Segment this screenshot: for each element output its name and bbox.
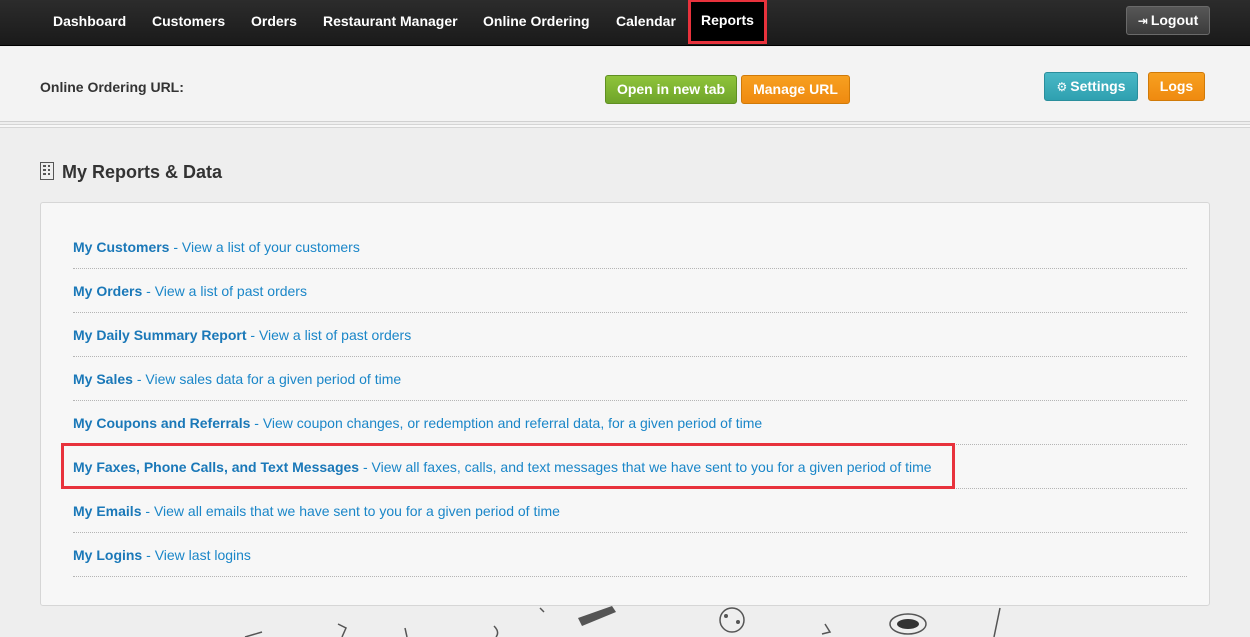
page-title-text: My Reports & Data	[62, 162, 223, 182]
report-title: My Sales	[73, 371, 133, 387]
nav-orders[interactable]: Orders	[251, 0, 297, 42]
report-title: My Logins	[73, 547, 143, 563]
report-link-sales[interactable]: My Sales - View sales data for a given p…	[73, 357, 1187, 401]
gear-icon: ⚙	[1056, 80, 1068, 94]
nav-customers[interactable]: Customers	[152, 0, 225, 42]
report-desc: View coupon changes, or redemption and r…	[262, 415, 763, 431]
report-title: My Daily Summary Report	[73, 327, 247, 343]
logout-label: Logout	[1150, 12, 1199, 28]
report-link-orders[interactable]: My Orders - View a list of past orders	[73, 269, 1187, 313]
nav-online-ordering[interactable]: Online Ordering	[483, 0, 590, 42]
report-link-coupons-referrals[interactable]: My Coupons and Referrals - View coupon c…	[73, 401, 1187, 445]
report-desc: View sales data for a given period of ti…	[145, 371, 402, 387]
report-link-faxes-calls-texts[interactable]: My Faxes, Phone Calls, and Text Messages…	[73, 445, 1187, 489]
report-desc: View a list of your customers	[181, 239, 360, 255]
nav-reports[interactable]: Reports	[688, 0, 767, 44]
open-in-new-tab-button[interactable]: Open in new tab	[605, 75, 737, 104]
sign-out-icon: ⇥	[1137, 14, 1148, 28]
report-desc: View last logins	[154, 547, 251, 563]
report-desc: View all faxes, calls, and text messages…	[371, 459, 932, 475]
manage-url-button[interactable]: Manage URL	[741, 75, 850, 104]
report-title: My Customers	[73, 239, 170, 255]
nav-restaurant-manager[interactable]: Restaurant Manager	[323, 0, 458, 42]
report-desc: View a list of past orders	[154, 283, 307, 299]
report-link-emails[interactable]: My Emails - View all emails that we have…	[73, 489, 1187, 533]
logs-button[interactable]: Logs	[1148, 72, 1205, 101]
logout-button[interactable]: ⇥ Logout	[1126, 6, 1210, 35]
settings-button[interactable]: ⚙ Settings	[1044, 72, 1138, 101]
report-title: My Orders	[73, 283, 143, 299]
report-link-logins[interactable]: My Logins - View last logins	[73, 533, 1187, 577]
divider	[0, 124, 1250, 128]
nav-calendar[interactable]: Calendar	[616, 0, 676, 42]
report-title: My Coupons and Referrals	[73, 415, 251, 431]
decorative-doodles	[244, 606, 1001, 637]
report-title: My Faxes, Phone Calls, and Text Messages	[73, 459, 360, 475]
top-nav: Dashboard Customers Orders Restaurant Ma…	[0, 0, 1250, 46]
nav-dashboard[interactable]: Dashboard	[53, 0, 126, 42]
report-desc: View all emails that we have sent to you…	[153, 503, 560, 519]
page-title: My Reports & Data	[40, 160, 222, 184]
report-link-customers[interactable]: My Customers - View a list of your custo…	[73, 225, 1187, 269]
report-desc: View a list of past orders	[258, 327, 412, 343]
report-link-daily-summary[interactable]: My Daily Summary Report - View a list of…	[73, 313, 1187, 357]
report-title: My Emails	[73, 503, 142, 519]
building-icon	[40, 162, 54, 180]
online-ordering-url-label: Online Ordering URL:	[40, 79, 184, 95]
settings-label: Settings	[1070, 78, 1126, 94]
